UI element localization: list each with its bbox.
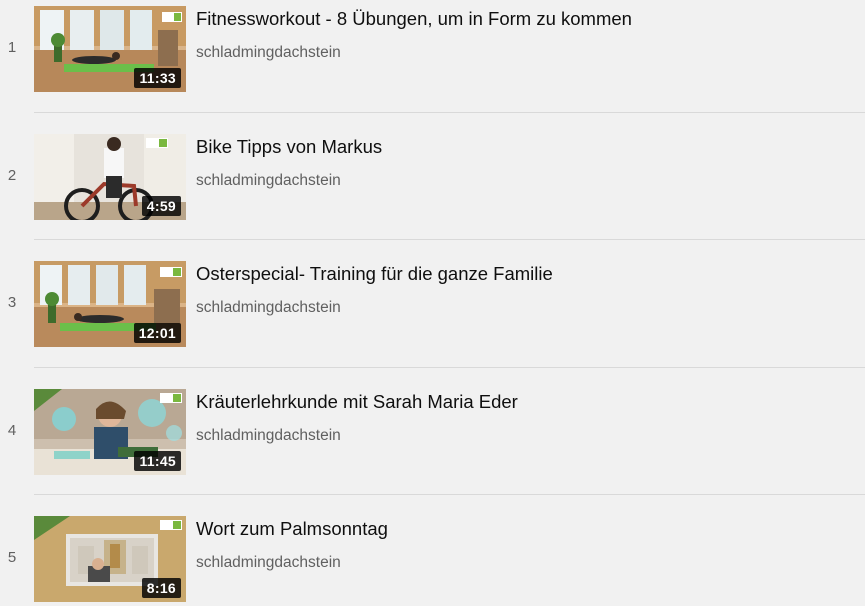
playlist-item-index: 4 <box>7 422 17 439</box>
video-thumbnail[interactable]: 11:33 <box>34 6 186 92</box>
channel-name[interactable]: schladmingdachstein <box>196 44 341 62</box>
row-divider <box>34 112 865 113</box>
video-duration: 11:33 <box>134 68 181 88</box>
video-title[interactable]: Osterspecial- Training für die ganze Fam… <box>196 263 553 285</box>
playlist-item-index: 5 <box>7 549 17 566</box>
video-duration: 11:45 <box>134 451 181 471</box>
playlist-item[interactable]: 5 8:16 Wort zum Palmsonntag schladmingda… <box>0 516 865 603</box>
video-title[interactable]: Kräuterlehrkunde mit Sarah Maria Eder <box>196 391 518 413</box>
video-title[interactable]: Bike Tipps von Markus <box>196 136 382 158</box>
channel-name[interactable]: schladmingdachstein <box>196 172 341 190</box>
video-thumbnail[interactable]: 8:16 <box>34 516 186 602</box>
playlist-item[interactable]: 1 11:33 Fitnessworkout - 8 Übungen, um i… <box>0 6 865 93</box>
channel-name[interactable]: schladmingdachstein <box>196 554 341 572</box>
playlist-item[interactable]: 2 4:59 Bike Tipps von Markus schladmingd… <box>0 134 865 221</box>
row-divider <box>34 367 865 368</box>
channel-name[interactable]: schladmingdachstein <box>196 427 341 445</box>
video-thumbnail[interactable]: 12:01 <box>34 261 186 347</box>
video-thumbnail[interactable]: 4:59 <box>34 134 186 220</box>
playlist-item-index: 1 <box>7 39 17 56</box>
video-duration: 12:01 <box>133 323 181 343</box>
video-duration: 4:59 <box>141 196 181 216</box>
row-divider <box>34 494 865 495</box>
video-title[interactable]: Fitnessworkout - 8 Übungen, um in Form z… <box>196 8 632 30</box>
playlist-item[interactable]: 4 11:45 Kräuterlehrkunde mit Sarah Maria <box>0 389 865 476</box>
video-duration: 8:16 <box>141 578 181 598</box>
playlist-item-index: 2 <box>7 167 17 184</box>
playlist-panel: 1 11:33 Fitnessworkout - 8 Übungen, um i… <box>0 0 865 606</box>
row-divider <box>34 239 865 240</box>
video-title[interactable]: Wort zum Palmsonntag <box>196 518 388 540</box>
channel-name[interactable]: schladmingdachstein <box>196 299 341 317</box>
video-thumbnail[interactable]: 11:45 <box>34 389 186 475</box>
playlist-item[interactable]: 3 12:01 Osterspecial- Training für die g… <box>0 261 865 348</box>
playlist-item-index: 3 <box>7 294 17 311</box>
